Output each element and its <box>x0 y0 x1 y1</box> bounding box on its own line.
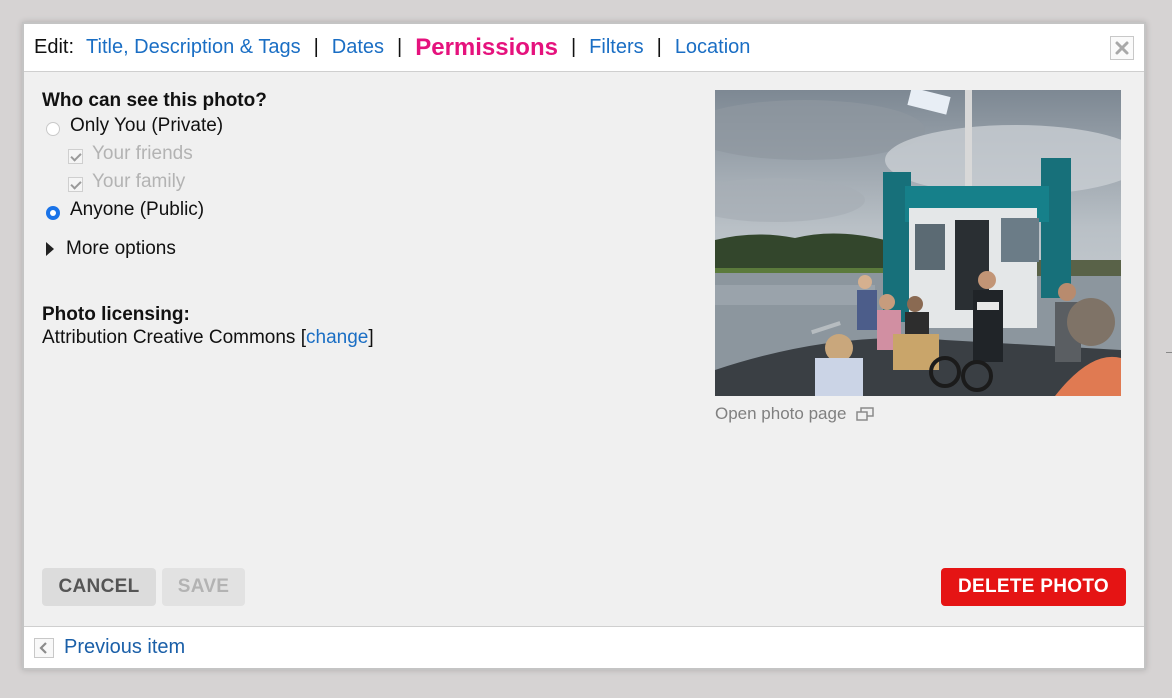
visibility-heading: Who can see this photo? <box>42 90 267 111</box>
more-options-label: More options <box>66 238 176 259</box>
private-label: Only You (Private) <box>70 115 224 136</box>
change-license-link[interactable]: change <box>306 327 368 348</box>
bracket-close: ] <box>368 327 374 348</box>
tab-dates[interactable]: Dates <box>332 36 384 59</box>
licensing-heading: Photo licensing: <box>42 304 190 325</box>
public-label: Anyone (Public) <box>70 199 205 220</box>
licensing-value-row: Attribution Creative Commons [change] <box>42 327 682 349</box>
tab-separator: | <box>656 36 662 58</box>
tab-separator: | <box>313 36 319 58</box>
tab-title-description-tags[interactable]: Title, Description & Tags <box>86 36 301 59</box>
close-button[interactable] <box>1110 36 1134 60</box>
tab-location[interactable]: Location <box>675 36 751 59</box>
friends-label: Your friends <box>92 143 193 164</box>
tab-filters[interactable]: Filters <box>589 36 643 59</box>
save-button[interactable]: SAVE <box>162 568 245 606</box>
licensing-section: Photo licensing: Attribution Creative Co… <box>42 304 682 349</box>
previous-item-link[interactable]: Previous item <box>64 636 185 659</box>
tab-permissions[interactable]: Permissions <box>415 34 558 62</box>
dialog-footer: Previous item <box>24 626 1144 668</box>
edit-tabbar: Edit: Title, Description & Tags | Dates … <box>24 24 1144 72</box>
licensing-value: Attribution Creative Commons <box>42 327 296 348</box>
private-option[interactable]: Only You (Private) <box>42 112 682 140</box>
public-option[interactable]: Anyone (Public) <box>42 196 682 224</box>
family-option: Your family <box>42 168 682 196</box>
photo-thumbnail[interactable] <box>715 90 1121 396</box>
edit-photo-dialog: Edit: Title, Description & Tags | Dates … <box>22 22 1146 670</box>
triangle-right-icon <box>46 242 54 256</box>
friends-checkbox <box>68 149 83 164</box>
photo-image <box>715 90 1121 396</box>
tab-separator: | <box>570 36 577 58</box>
family-checkbox <box>68 177 83 192</box>
chevron-left-icon[interactable] <box>34 637 54 658</box>
edit-label: Edit: <box>34 36 75 58</box>
edge-divider <box>1166 352 1172 353</box>
external-window-icon <box>856 407 875 421</box>
tab-separator: | <box>397 36 403 58</box>
friends-option: Your friends <box>42 140 682 168</box>
permissions-panel: Who can see this photo? Only You (Privat… <box>42 90 682 349</box>
private-radio[interactable] <box>46 122 60 136</box>
open-photo-page-label: Open photo page <box>715 404 847 423</box>
more-options-toggle[interactable]: More options <box>42 238 682 260</box>
public-radio[interactable] <box>46 206 60 220</box>
cancel-button[interactable]: CANCEL <box>42 568 156 606</box>
family-label: Your family <box>92 171 186 192</box>
open-photo-page-link[interactable]: Open photo page <box>715 404 875 424</box>
close-icon <box>1115 41 1129 55</box>
delete-photo-button[interactable]: DELETE PHOTO <box>941 568 1126 606</box>
